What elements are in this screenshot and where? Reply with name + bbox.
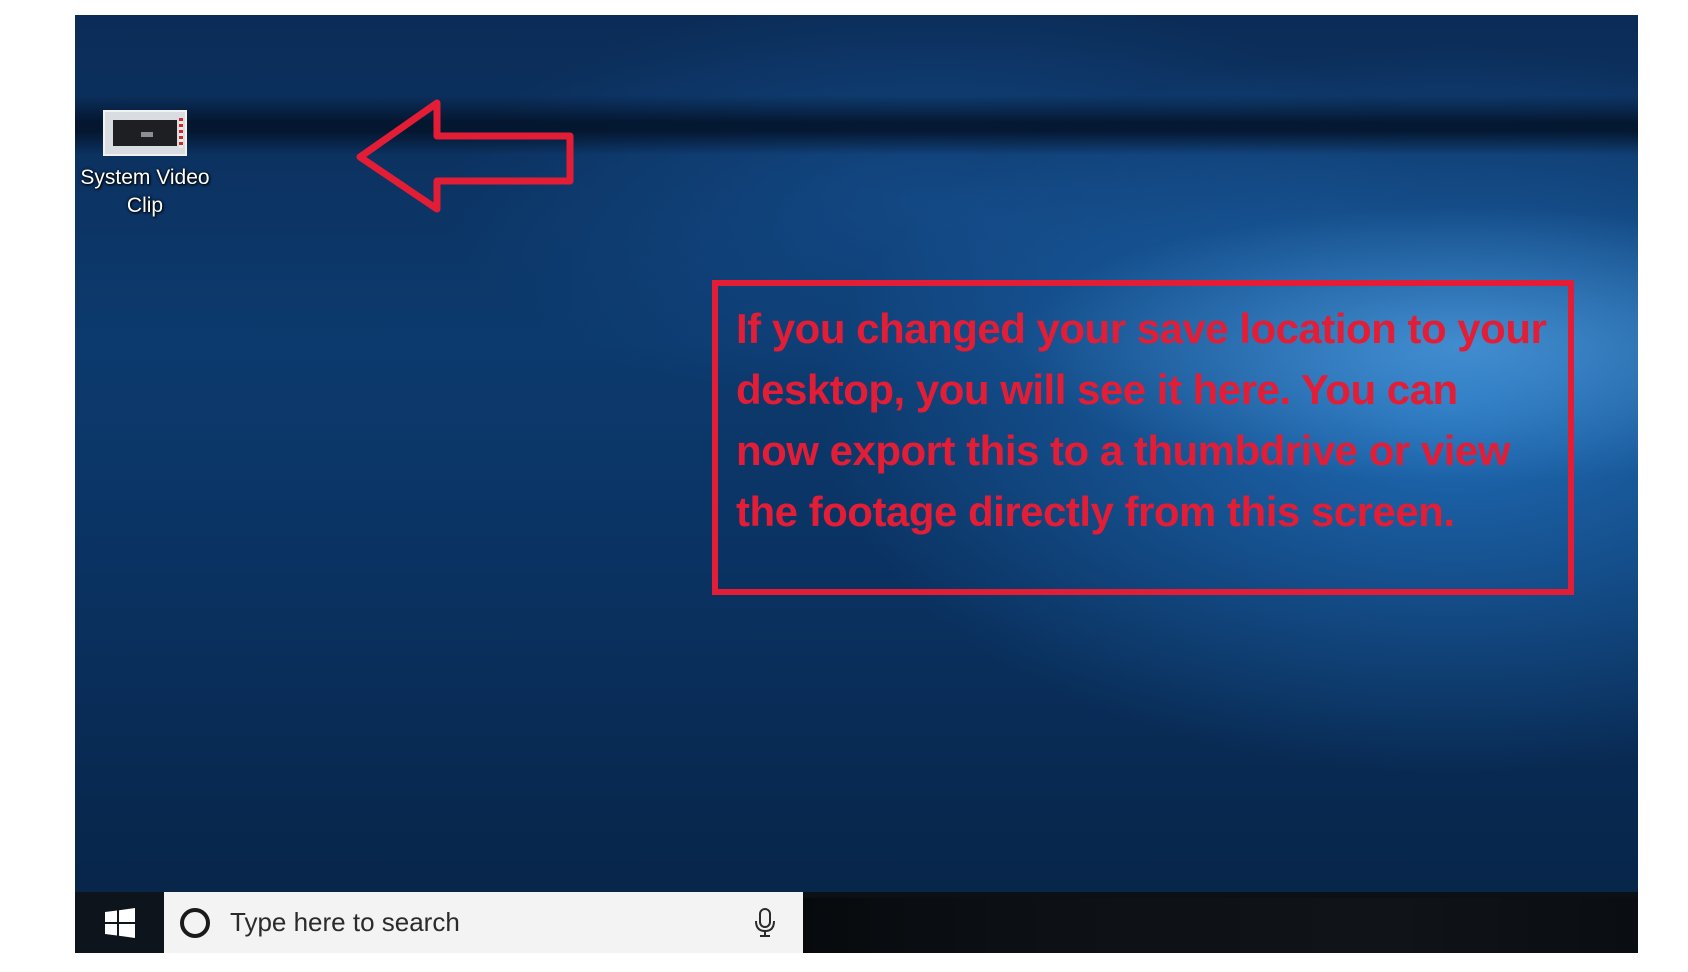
wallpaper-streak bbox=[75, 95, 1638, 155]
desktop-screen: System Video Clip If you changed your sa… bbox=[75, 15, 1638, 953]
red-arrow-annotation-icon bbox=[356, 99, 574, 213]
windows-logo-icon bbox=[104, 907, 135, 938]
instruction-callout-box: If you changed your save location to you… bbox=[712, 280, 1574, 595]
taskbar-search-box[interactable]: Type here to search bbox=[164, 892, 803, 953]
search-placeholder: Type here to search bbox=[230, 907, 460, 937]
taskbar-app-area bbox=[803, 898, 1638, 953]
taskbar: Type here to search bbox=[75, 892, 1638, 953]
start-button[interactable] bbox=[75, 892, 164, 953]
desktop-icon-label: System Video Clip bbox=[80, 166, 210, 217]
desktop-icon-system-video-clip[interactable]: System Video Clip bbox=[75, 95, 215, 220]
microphone-icon[interactable] bbox=[753, 908, 777, 938]
instruction-callout-text: If you changed your save location to you… bbox=[736, 305, 1547, 535]
video-file-thumbnail-icon bbox=[103, 110, 187, 156]
cortana-ring-icon bbox=[180, 907, 210, 938]
